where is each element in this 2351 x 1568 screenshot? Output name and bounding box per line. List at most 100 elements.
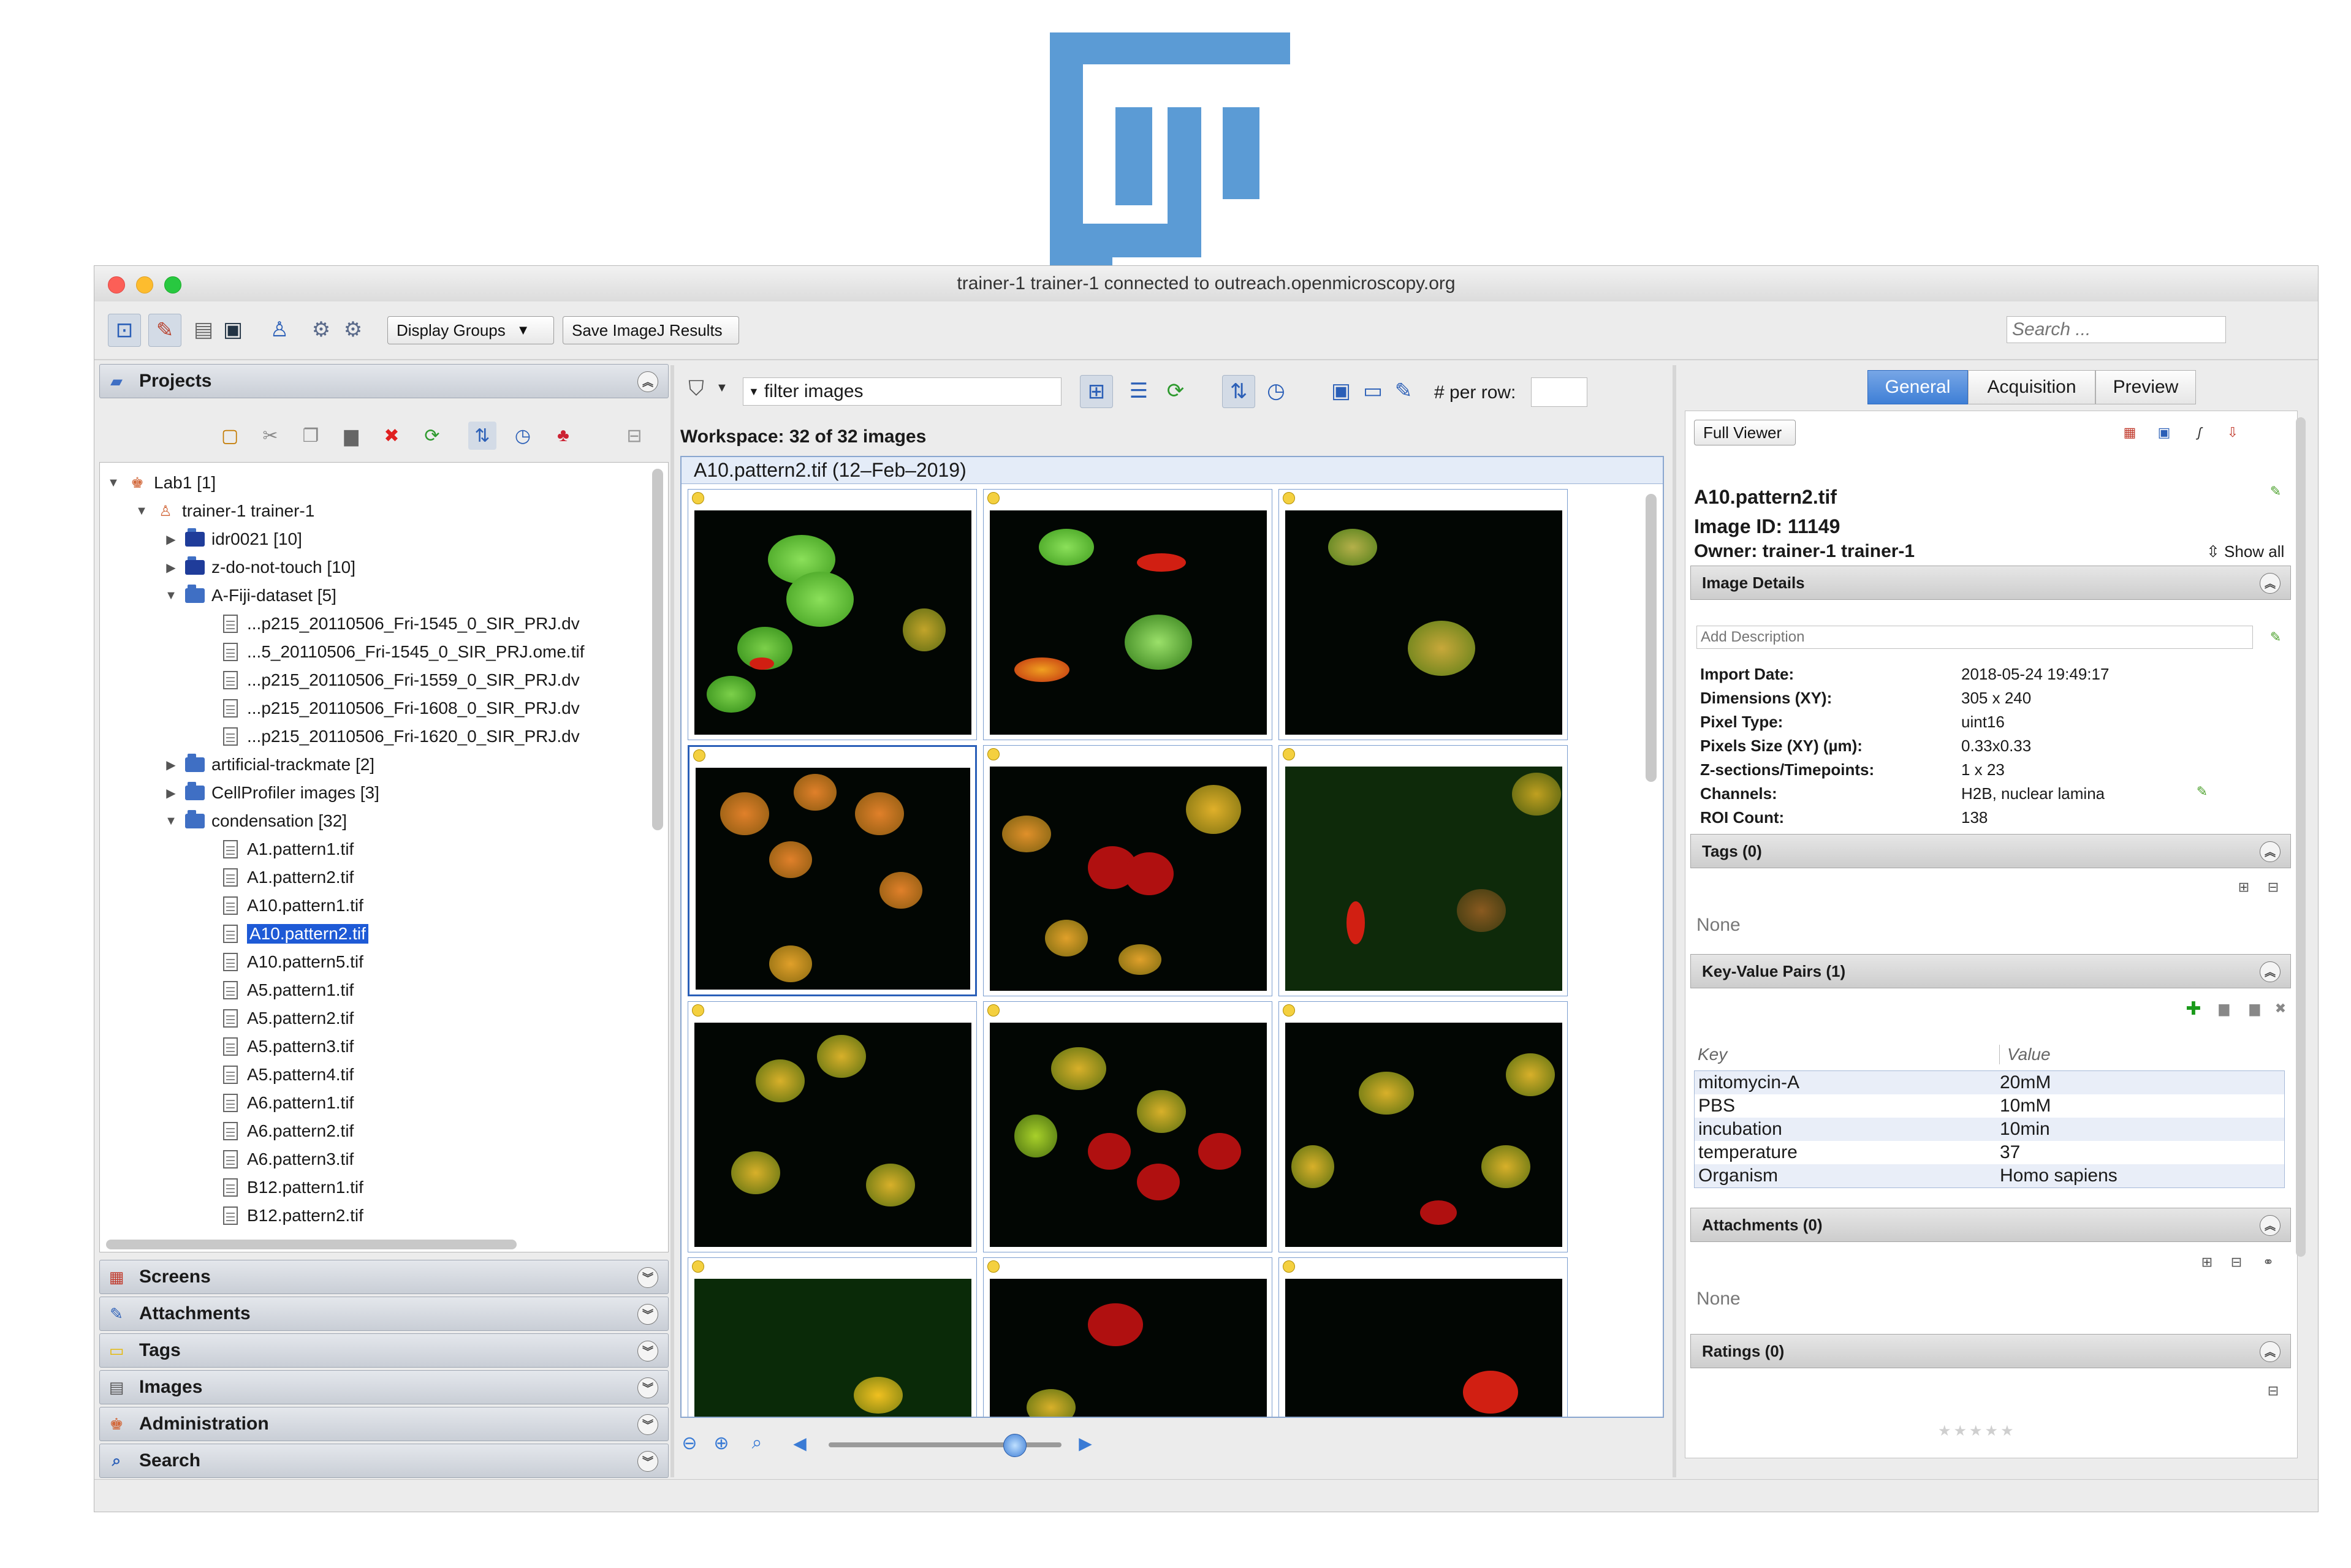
- tree-item[interactable]: B12.pattern1.tif: [220, 1173, 363, 1202]
- right-vertical-scrollbar[interactable]: [2296, 417, 2306, 1257]
- expand-icon[interactable]: ︾: [637, 1414, 658, 1435]
- thumbnail-cell[interactable]: [983, 1257, 1272, 1417]
- full-viewer-button[interactable]: Full Viewer: [1694, 420, 1796, 445]
- remove-tag-icon[interactable]: ⊟: [2265, 879, 2281, 895]
- tree-item[interactable]: ...p215_20110506_Fri-1620_0_SIR_PRJ.dv: [220, 722, 580, 751]
- tree-item[interactable]: A5.pattern3.tif: [220, 1032, 354, 1061]
- display-groups-button[interactable]: Display Groups ▼: [387, 316, 554, 344]
- tree-item[interactable]: ...5_20110506_Fri-1545_0_SIR_PRJ.ome.tif: [220, 638, 584, 666]
- zoom-out-icon[interactable]: ⊖: [682, 1433, 697, 1453]
- expand-icon[interactable]: ︾: [637, 1341, 658, 1362]
- expanded-triangle-icon[interactable]: ▼: [106, 476, 121, 490]
- table-row[interactable]: incubation 10min: [1695, 1118, 2284, 1141]
- settings-icon[interactable]: ⚙: [337, 314, 369, 346]
- filter-icon[interactable]: ⛉: [680, 373, 712, 404]
- tree-item[interactable]: A6.pattern3.tif: [220, 1145, 354, 1173]
- tree-item[interactable]: A10.pattern5.tif: [220, 948, 363, 976]
- expanded-triangle-icon[interactable]: ▼: [164, 814, 178, 828]
- thumbnail-cell[interactable]: [688, 1001, 977, 1252]
- edit-name-pencil-icon[interactable]: ✎: [2268, 483, 2284, 499]
- remove-rating-icon[interactable]: ⊟: [2265, 1383, 2281, 1399]
- screens-header[interactable]: ▦ Screens ︾: [99, 1260, 669, 1294]
- refresh-icon[interactable]: ⟳: [418, 422, 446, 450]
- chevron-down-icon[interactable]: ▼: [716, 381, 728, 395]
- screen-view-icon[interactable]: ▣: [217, 314, 249, 346]
- tags-section-header[interactable]: Tags (0) ︽: [1690, 834, 2291, 868]
- link-icon[interactable]: ⚭: [2260, 1254, 2276, 1270]
- refresh-icon[interactable]: ⟳: [1160, 375, 1191, 407]
- attachments-header[interactable]: ✎ Attachments ︾: [99, 1297, 669, 1331]
- tags-header[interactable]: ▭ Tags ︾: [99, 1333, 669, 1368]
- per-row-input[interactable]: [1531, 377, 1587, 407]
- expand-icon[interactable]: ︾: [637, 1377, 658, 1398]
- copy-icon[interactable]: ▆: [2216, 1001, 2232, 1017]
- collapse-icon[interactable]: ︽: [637, 371, 658, 392]
- edit-image-icon[interactable]: ✎: [1388, 375, 1419, 407]
- projects-header[interactable]: ▰ Projects ︽: [99, 364, 669, 398]
- tree-item[interactable]: ▼ ♚ Lab1 [1]: [106, 469, 216, 497]
- tree-item[interactable]: A1.pattern1.tif: [220, 835, 354, 863]
- tree-item[interactable]: ...p215_20110506_Fri-1608_0_SIR_PRJ.dv: [220, 694, 580, 722]
- image-details-header[interactable]: Image Details ︽: [1690, 566, 2291, 600]
- add-attachment-icon[interactable]: ⊞: [2199, 1254, 2215, 1270]
- tree-item[interactable]: ...p215_20110506_Fri-1545_0_SIR_PRJ.dv: [220, 610, 580, 638]
- cut-icon[interactable]: ✂: [256, 422, 284, 450]
- paste-icon[interactable]: ▆: [2247, 1001, 2263, 1017]
- thumbnail-cell[interactable]: [688, 489, 977, 740]
- groups-icon[interactable]: ♣: [549, 422, 577, 450]
- tree-item[interactable]: A5.pattern4.tif: [220, 1061, 354, 1089]
- tree-item[interactable]: ▼ A-Fiji-dataset [5]: [164, 581, 336, 610]
- layout-icon[interactable]: ▭: [1357, 375, 1389, 407]
- sort-icon[interactable]: ⇅: [468, 422, 496, 450]
- script-icon[interactable]: ʃ: [2192, 425, 2208, 441]
- expand-icon[interactable]: ︾: [637, 1304, 658, 1325]
- tab-general[interactable]: General: [1867, 370, 1968, 404]
- save-imagej-results-button[interactable]: Save ImageJ Results: [563, 316, 739, 344]
- zoom-slider-knob[interactable]: [1003, 1434, 1027, 1457]
- thumbnail-cell-selected[interactable]: [688, 745, 977, 996]
- view-in-grid-icon[interactable]: ▦: [2122, 425, 2138, 441]
- thumbnail-cell[interactable]: [983, 745, 1272, 996]
- show-all-toggle[interactable]: ⇳ Show all: [2206, 542, 2284, 561]
- search-header[interactable]: ⌕ Search ︾: [99, 1444, 669, 1478]
- zoom-in-icon[interactable]: ⊕: [713, 1433, 729, 1453]
- tree-item[interactable]: A5.pattern2.tif: [220, 1004, 354, 1032]
- table-row[interactable]: temperature 37: [1695, 1141, 2284, 1164]
- thumbnail-cell[interactable]: [1278, 1001, 1568, 1252]
- expand-icon[interactable]: ︾: [637, 1451, 658, 1472]
- person-icon[interactable]: ♙: [264, 314, 295, 346]
- description-input[interactable]: [1696, 626, 2253, 649]
- zoom-slider[interactable]: [829, 1434, 1062, 1457]
- tree-item[interactable]: ▶ artificial-trackmate [2]: [164, 751, 374, 779]
- collapsed-triangle-icon[interactable]: ▶: [164, 786, 178, 801]
- horizontal-scrollbar[interactable]: [106, 1240, 517, 1249]
- thumbnail-cell[interactable]: [1278, 1257, 1568, 1417]
- next-arrow-icon[interactable]: ▶: [1077, 1434, 1093, 1453]
- key-value-pairs-header[interactable]: Key-Value Pairs (1) ︽: [1690, 954, 2291, 988]
- table-row[interactable]: mitomycin-A 20mM: [1695, 1071, 2284, 1094]
- search-input[interactable]: [2007, 316, 2226, 343]
- sort-icon[interactable]: ⇅: [1222, 375, 1255, 408]
- previous-arrow-icon[interactable]: ◀: [792, 1434, 808, 1453]
- tree-item[interactable]: ▼ ♙ trainer-1 trainer-1: [134, 497, 314, 525]
- list-view-icon[interactable]: ☰: [1123, 375, 1155, 407]
- delete-icon[interactable]: ✖: [2273, 1001, 2288, 1017]
- tree-item-selected[interactable]: A10.pattern2.tif: [220, 920, 368, 948]
- thumbnail-view-icon[interactable]: ⊞: [1080, 375, 1113, 408]
- tab-preview[interactable]: Preview: [2095, 370, 2196, 404]
- delete-icon[interactable]: ✖: [378, 422, 406, 450]
- tree-item[interactable]: ▶ idr0021 [10]: [164, 525, 302, 553]
- tree-item[interactable]: A10.pattern1.tif: [220, 892, 363, 920]
- zoom-fit-icon[interactable]: ⌕: [749, 1433, 765, 1453]
- collapse-icon[interactable]: ︽: [2260, 1341, 2281, 1362]
- tree-item[interactable]: ▼ condensation [32]: [164, 807, 347, 835]
- thumbnail-cell[interactable]: [983, 489, 1272, 740]
- filter-images-field[interactable]: ▼ filter images: [743, 377, 1062, 406]
- copy-icon[interactable]: ❐: [297, 422, 325, 450]
- history-icon[interactable]: ◷: [1260, 375, 1292, 407]
- collapse-icon[interactable]: ︽: [2260, 1215, 2281, 1236]
- add-key-value-icon[interactable]: ✚: [2186, 999, 2201, 1019]
- tree-item[interactable]: A6.pattern1.tif: [220, 1089, 354, 1117]
- group-tools-icon[interactable]: ⚙: [305, 314, 337, 346]
- thumbnail-cell[interactable]: [1278, 489, 1568, 740]
